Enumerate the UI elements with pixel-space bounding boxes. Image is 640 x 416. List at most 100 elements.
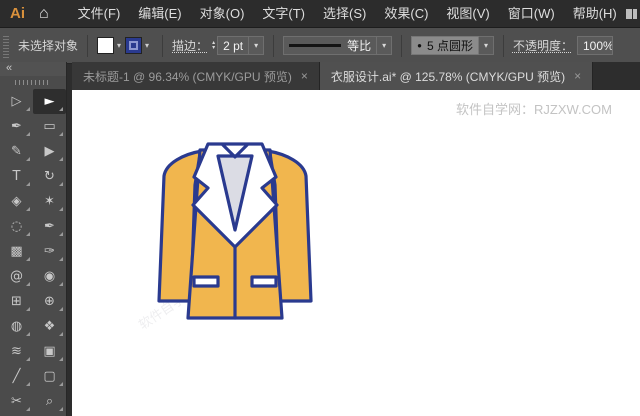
twirl-tool[interactable]: @ bbox=[0, 264, 33, 289]
stroke-weight-stepper[interactable]: ▴ ▾ bbox=[212, 41, 215, 51]
control-bar-grip[interactable] bbox=[3, 34, 9, 58]
stroke-weight-value[interactable]: 2 pt bbox=[217, 36, 249, 55]
brush-dropdown[interactable]: ● 5 点圆形 bbox=[411, 36, 479, 55]
rotate-tool[interactable]: ↻ bbox=[33, 164, 66, 189]
eraser-tool[interactable]: ◈ bbox=[0, 189, 33, 214]
fill-color-swatch[interactable] bbox=[97, 37, 114, 54]
menu-item-7[interactable]: 窗口(W) bbox=[499, 0, 564, 27]
artboard-tool-icon: ▢ bbox=[43, 370, 55, 383]
stroke-color-swatch[interactable] bbox=[125, 37, 142, 54]
workspace-layout-icon bbox=[626, 9, 637, 19]
document-tab-1[interactable]: 未标题-1 @ 96.34% (CMYK/GPU 预览) × bbox=[72, 62, 320, 90]
home-icon[interactable]: ⌂ bbox=[39, 6, 49, 22]
magic-wand-tool-icon: ✶ bbox=[44, 195, 55, 208]
opacity-label[interactable]: 不透明度： bbox=[513, 37, 573, 54]
symbol-sprayer-tool[interactable]: ◉ bbox=[33, 264, 66, 289]
tab-label: 未标题-1 @ 96.34% (CMYK/GPU 预览) bbox=[83, 68, 292, 85]
divider bbox=[162, 35, 163, 57]
menu-bar: Ai ⌂ 文件(F)编辑(E)对象(O)文字(T)选择(S)效果(C)视图(V)… bbox=[0, 0, 640, 27]
selection-tool[interactable]: ► bbox=[33, 89, 66, 114]
polar-grid-tool-icon: ⊕ bbox=[44, 295, 55, 308]
tools-panel: « ▷►✒▭✎▶T↻◈✶◌✒▩✑@◉⊞⊕◍❖≋▣╱▢✂⌕ bbox=[0, 62, 67, 416]
scissors-tool-icon: ✂ bbox=[11, 395, 22, 408]
menu-item-4[interactable]: 选择(S) bbox=[314, 0, 375, 27]
pen-tool-icon: ✒ bbox=[11, 120, 22, 133]
chevron-down-icon[interactable]: ▾ bbox=[145, 41, 149, 50]
symbols-tool-icon: ▣ bbox=[43, 345, 55, 358]
zoom-tool[interactable]: ⌕ bbox=[33, 389, 66, 414]
menu-item-5[interactable]: 效果(C) bbox=[375, 0, 437, 27]
chevron-down-icon[interactable]: ▾ bbox=[117, 41, 121, 50]
type-tool[interactable]: T bbox=[0, 164, 33, 189]
tab-label: 衣服设计.ai* @ 125.78% (CMYK/GPU 预览) bbox=[331, 68, 565, 85]
menu-item-8[interactable]: 帮助(H) bbox=[564, 0, 626, 27]
rectangular-grid-tool-icon: ⊞ bbox=[11, 295, 22, 308]
tab-close-icon[interactable]: × bbox=[574, 70, 581, 82]
brush-dot-icon: ● bbox=[417, 41, 422, 50]
tools-panel-header[interactable]: « bbox=[0, 62, 66, 76]
gradient-tool-icon: ▩ bbox=[10, 245, 22, 258]
divider bbox=[87, 35, 88, 57]
gradient-tool[interactable]: ▩ bbox=[0, 239, 33, 264]
control-bar: 未选择对象 ▾ ▾ 描边： ▴ ▾ 2 pt ▾ 等比 ▾ ● 5 点圆形 ▾ … bbox=[0, 27, 640, 64]
jacket-artwork[interactable] bbox=[150, 130, 320, 330]
zoom-tool-icon: ⌕ bbox=[46, 395, 53, 408]
knife-tool[interactable]: ╱ bbox=[0, 364, 33, 389]
site-watermark: 软件自学网：RJZXW.COM bbox=[456, 99, 612, 118]
symbol-sprayer-tool-icon: ◉ bbox=[44, 270, 55, 283]
group-selection-tool[interactable]: ▷ bbox=[0, 89, 33, 114]
illustrator-window: Ai ⌂ 文件(F)编辑(E)对象(O)文字(T)选择(S)效果(C)视图(V)… bbox=[0, 0, 640, 416]
rectangle-tool-icon: ▭ bbox=[43, 120, 55, 133]
shape-builder-tool[interactable]: ◍ bbox=[0, 314, 33, 339]
blend-tool[interactable]: ≋ bbox=[0, 339, 33, 364]
tools-grid: ▷►✒▭✎▶T↻◈✶◌✒▩✑@◉⊞⊕◍❖≋▣╱▢✂⌕ bbox=[0, 89, 66, 414]
workspace-switcher[interactable]: ▾ bbox=[626, 8, 640, 19]
jacket-left-pocket bbox=[194, 277, 218, 286]
jacket-right-pocket bbox=[252, 277, 276, 286]
menu-item-3[interactable]: 文字(T) bbox=[253, 0, 314, 27]
divider bbox=[503, 35, 504, 57]
artboard-tool[interactable]: ▢ bbox=[33, 364, 66, 389]
stroke-weight-dropdown[interactable]: ▾ bbox=[249, 36, 264, 55]
lasso-tool[interactable]: ◌ bbox=[0, 214, 33, 239]
stroke-weight-label[interactable]: 描边： bbox=[172, 37, 208, 54]
polar-grid-tool[interactable]: ⊕ bbox=[33, 289, 66, 314]
curvature-tool[interactable]: ▶ bbox=[33, 139, 66, 164]
tools-panel-grip[interactable] bbox=[0, 76, 66, 89]
scissors-tool[interactable]: ✂ bbox=[0, 389, 33, 414]
document-tab-2[interactable]: 衣服设计.ai* @ 125.78% (CMYK/GPU 预览) × bbox=[320, 62, 593, 90]
symbols-tool[interactable]: ▣ bbox=[33, 339, 66, 364]
add-anchor-point-tool[interactable]: ✒ bbox=[33, 214, 66, 239]
menu-item-6[interactable]: 视图(V) bbox=[437, 0, 498, 27]
divider bbox=[401, 35, 402, 57]
brush-dropdown-chevron[interactable]: ▾ bbox=[479, 36, 494, 55]
puppet-warp-tool[interactable]: ❖ bbox=[33, 314, 66, 339]
tab-close-icon[interactable]: × bbox=[301, 70, 308, 82]
puppet-warp-tool-icon: ❖ bbox=[44, 320, 56, 333]
selection-tool-icon: ► bbox=[45, 95, 55, 108]
pen-tool[interactable]: ✒ bbox=[0, 114, 33, 139]
stepper-down-icon[interactable]: ▾ bbox=[212, 46, 215, 51]
eyedropper-tool[interactable]: ✑ bbox=[33, 239, 66, 264]
width-profile-dropdown[interactable]: 等比 bbox=[283, 36, 377, 55]
paintbrush-tool-icon: ✎ bbox=[11, 145, 22, 158]
knife-tool-icon: ╱ bbox=[13, 370, 21, 383]
opacity-value[interactable]: 100% bbox=[577, 36, 613, 55]
blend-tool-icon: ≋ bbox=[11, 345, 22, 358]
ai-logo[interactable]: Ai bbox=[10, 5, 25, 22]
tab-bar: 未标题-1 @ 96.34% (CMYK/GPU 预览)×衣服设计.ai* @ … bbox=[72, 62, 640, 90]
artboard-canvas[interactable]: 软件自学网：RJZXW.COM 软件自学网 RJZXW.COM bbox=[72, 90, 640, 416]
magic-wand-tool[interactable]: ✶ bbox=[33, 189, 66, 214]
type-tool-icon: T bbox=[13, 170, 21, 183]
width-profile-chevron[interactable]: ▾ bbox=[377, 36, 392, 55]
menu-item-2[interactable]: 对象(O) bbox=[191, 0, 254, 27]
rotate-tool-icon: ↻ bbox=[44, 170, 55, 183]
rectangle-tool[interactable]: ▭ bbox=[33, 114, 66, 139]
rectangular-grid-tool[interactable]: ⊞ bbox=[0, 289, 33, 314]
collapse-panel-icon[interactable]: « bbox=[6, 62, 12, 74]
selection-status: 未选择对象 bbox=[18, 37, 78, 54]
menu-item-1[interactable]: 编辑(E) bbox=[129, 0, 190, 27]
menu-item-0[interactable]: 文件(F) bbox=[69, 0, 130, 27]
paintbrush-tool[interactable]: ✎ bbox=[0, 139, 33, 164]
width-profile-value: 等比 bbox=[347, 37, 371, 54]
